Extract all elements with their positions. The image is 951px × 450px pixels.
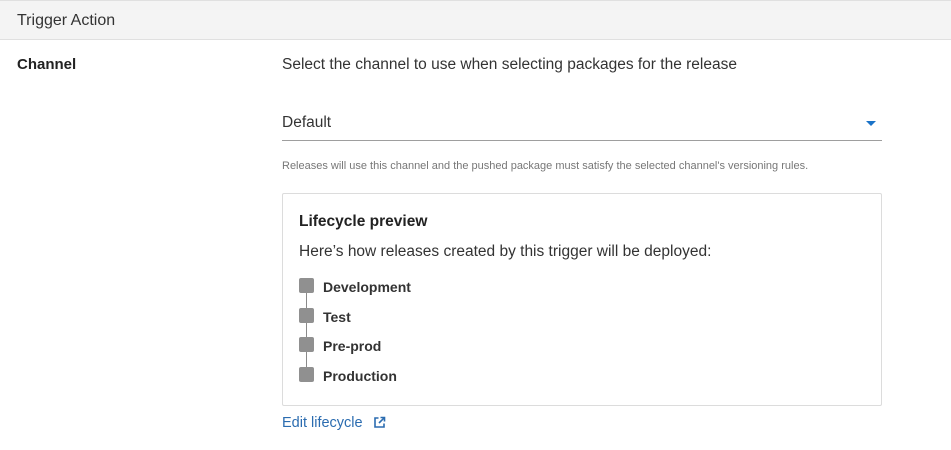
chevron-down-icon[interactable] — [866, 121, 876, 126]
phase-name: Development — [323, 279, 411, 295]
phase-name: Test — [323, 309, 351, 325]
phase-dot-icon — [299, 337, 314, 352]
section-title: Trigger Action — [17, 12, 116, 29]
channel-label: Channel — [17, 56, 77, 73]
phase-dot-icon — [299, 278, 314, 293]
edit-lifecycle-link[interactable]: Edit lifecycle — [282, 415, 386, 431]
trigger-action-panel: Trigger Action Channel Select the channe… — [0, 0, 951, 450]
channel-help-text: Releases will use this channel and the p… — [282, 160, 809, 172]
section-header: Trigger Action — [0, 0, 951, 40]
edit-lifecycle-label: Edit lifecycle — [282, 415, 363, 431]
external-link-icon — [373, 416, 385, 428]
phase-dot-icon — [299, 308, 314, 323]
channel-description: Select the channel to use when selecting… — [282, 56, 737, 73]
phase-name: Production — [323, 368, 397, 384]
phase-dot-icon — [299, 367, 314, 382]
lifecycle-preview-subtitle: Here’s how releases created by this trig… — [299, 243, 712, 260]
phase-connector-line — [306, 286, 307, 376]
lifecycle-preview-card: Lifecycle preview Here’s how releases cr… — [282, 193, 882, 406]
channel-select[interactable]: Default — [282, 106, 882, 141]
lifecycle-preview-title: Lifecycle preview — [299, 213, 428, 230]
phase-name: Pre-prod — [323, 338, 382, 354]
channel-select-value: Default — [282, 114, 332, 131]
lifecycle-phase-list: Development Test Pre-prod Production — [299, 278, 699, 398]
